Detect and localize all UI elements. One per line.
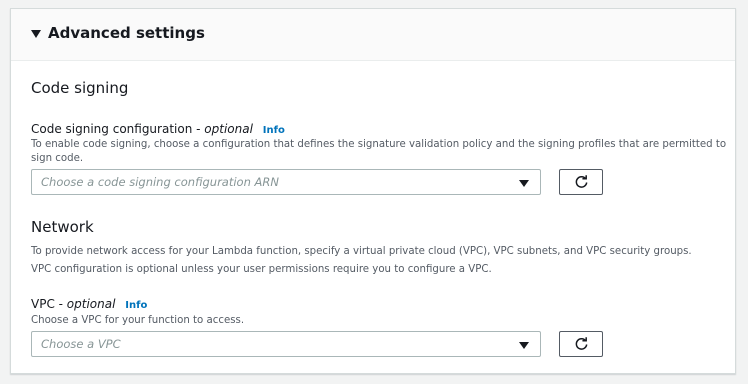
- network-section-title: Network: [31, 218, 94, 236]
- vpc-info-link[interactable]: Info: [125, 300, 147, 311]
- vpc-description: Choose a VPC for your function to access…: [31, 315, 245, 326]
- code-signing-section-title: Code signing: [31, 79, 129, 97]
- code-signing-config-select[interactable]: Choose a code signing configuration ARN: [31, 169, 541, 195]
- advanced-settings-header[interactable]: Advanced settings: [11, 9, 735, 61]
- code-signing-config-label: Code signing configuration - optional In…: [31, 122, 285, 136]
- vpc-select[interactable]: Choose a VPC: [31, 331, 541, 357]
- refresh-icon: [575, 337, 588, 350]
- network-description: To provide network access for your Lambd…: [31, 246, 692, 275]
- optional-text: optional: [204, 122, 253, 136]
- caret-down-icon[interactable]: [31, 30, 41, 38]
- code-signing-info-link[interactable]: Info: [263, 125, 285, 136]
- dropdown-arrow-icon: [519, 342, 529, 349]
- vpc-label: VPC - optional Info: [31, 297, 147, 311]
- optional-text: optional: [66, 297, 116, 311]
- code-signing-select-placeholder: Choose a code signing configuration ARN: [41, 175, 280, 189]
- panel-title: Advanced settings: [48, 24, 205, 42]
- refresh-icon: [575, 175, 588, 188]
- vpc-refresh-button[interactable]: [559, 331, 603, 357]
- vpc-select-placeholder: Choose a VPC: [41, 337, 121, 351]
- advanced-settings-panel: Advanced settings Code signing Code sign…: [10, 8, 736, 374]
- code-signing-description: To enable code signing, choose a configu…: [31, 139, 727, 164]
- dropdown-arrow-icon: [519, 180, 529, 187]
- code-signing-refresh-button[interactable]: [559, 169, 603, 195]
- vpc-label-text: VPC -: [31, 297, 67, 311]
- code-signing-config-label-text: Code signing configuration -: [31, 122, 205, 136]
